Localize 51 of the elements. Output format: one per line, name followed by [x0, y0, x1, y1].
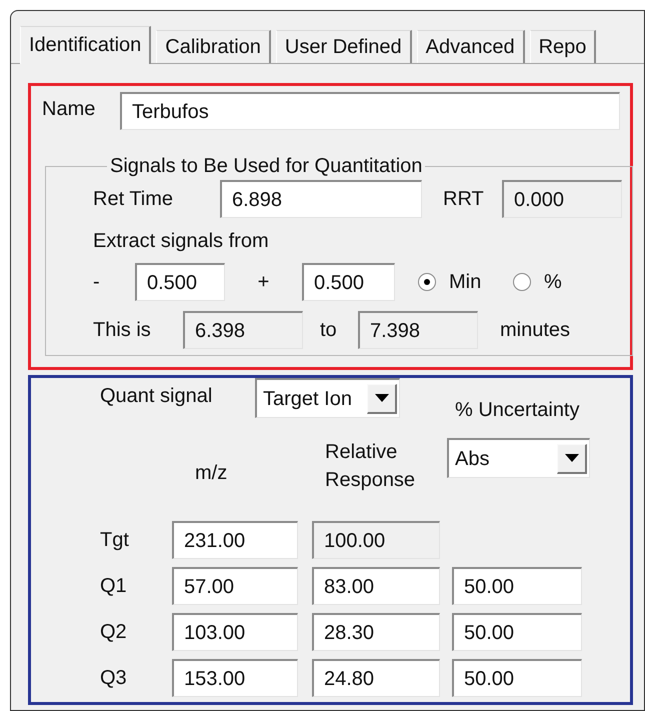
mz-field[interactable]: 153.00 [172, 659, 298, 697]
column-header: m/z [195, 463, 228, 483]
response-field: 100.00 [312, 521, 440, 559]
mz-field[interactable]: 231.00 [172, 521, 298, 559]
response-field[interactable]: 83.00 [312, 567, 440, 605]
range-start-field: 6.398 [183, 311, 303, 349]
minus-field[interactable]: 0.500 [135, 263, 225, 301]
rrt-field: 0.000 [502, 180, 622, 218]
tab[interactable]: User Defined [276, 30, 412, 63]
caret-icon [374, 394, 388, 402]
radio-label: Min [449, 272, 482, 292]
row-label: Q1 [100, 576, 128, 596]
name-field[interactable]: Terbufos [120, 92, 620, 130]
response-field[interactable]: 24.80 [312, 659, 440, 697]
row-label: Q3 [100, 668, 128, 688]
tab[interactable]: Advanced [416, 30, 525, 63]
range-end-field: 7.398 [358, 311, 478, 349]
response-field[interactable]: 28.30 [312, 613, 440, 651]
field-label: Quant signal [100, 384, 214, 406]
tab[interactable]: Calibration [156, 30, 271, 63]
ret-time-field[interactable]: 6.898 [220, 180, 422, 218]
dropdown-button[interactable] [557, 444, 587, 474]
uncertainty-field[interactable]: 50.00 [452, 567, 582, 605]
caret-icon [564, 454, 578, 462]
field-label: to [319, 320, 338, 340]
group-title: Signals to Be Used for Quantitation [109, 154, 424, 178]
row-label: Q2 [100, 622, 128, 642]
mz-field[interactable]: 103.00 [172, 613, 298, 651]
radio-button[interactable] [418, 273, 436, 291]
uncertainty-field[interactable]: 50.00 [452, 659, 582, 697]
minus-sign: - [93, 272, 101, 292]
tab[interactable]: Identification [20, 26, 152, 64]
mz-field[interactable]: 57.00 [172, 567, 298, 605]
field-label: Ret Time [93, 189, 174, 209]
uncertainty-dropdown[interactable]: Abs [447, 438, 590, 478]
field-label: Extract signals from [93, 231, 270, 251]
plus-sign: + [258, 272, 270, 292]
field-label: % Uncertainty [455, 400, 580, 420]
field-label: This is [93, 320, 152, 340]
uncertainty-field[interactable]: 50.00 [452, 613, 582, 651]
field-label: Name [42, 97, 96, 119]
field-label: minutes [500, 320, 570, 340]
radio-button[interactable] [513, 273, 531, 291]
field-label: RRT [443, 189, 485, 209]
dropdown-button[interactable] [367, 384, 397, 414]
radio-label: % [544, 272, 562, 292]
quant-signal-dropdown[interactable]: Target Ion [255, 378, 400, 418]
row-label: Tgt [100, 530, 130, 550]
plus-field[interactable]: 0.500 [302, 263, 395, 301]
column-header: Relative Response [325, 440, 416, 493]
tab[interactable]: Repo [530, 30, 596, 63]
